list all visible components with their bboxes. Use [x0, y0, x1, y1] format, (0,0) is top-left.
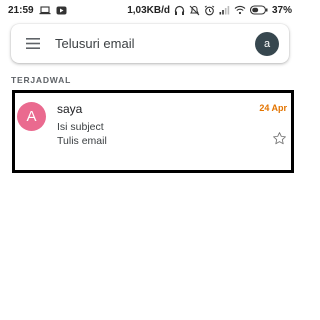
- signal-icon: [219, 5, 230, 15]
- alarm-icon: [204, 5, 215, 16]
- sender-avatar[interactable]: A: [17, 102, 46, 131]
- email-date: 24 Apr: [259, 103, 287, 113]
- wifi-icon: [234, 5, 246, 15]
- account-avatar[interactable]: a: [255, 31, 279, 56]
- status-net-speed: 1,03KB/d: [127, 4, 170, 16]
- battery-percent: 37%: [271, 4, 292, 16]
- section-heading-scheduled: TERJADWAL: [11, 75, 72, 85]
- search-input[interactable]: Telusuri email: [55, 36, 255, 51]
- email-snippet: Tulis email: [57, 135, 107, 147]
- hamburger-menu-icon[interactable]: [11, 24, 55, 63]
- email-subject: Isi subject: [57, 121, 104, 133]
- email-list-item[interactable]: A saya 24 Apr Isi subject Tulis email: [12, 90, 294, 173]
- battery-icon: [249, 5, 268, 15]
- status-bar-right: 1,03KB/d 37%: [127, 5, 292, 16]
- status-bar-left: 21:59: [8, 5, 67, 16]
- search-bar[interactable]: Telusuri email a: [11, 24, 289, 63]
- star-icon[interactable]: [271, 130, 287, 146]
- headphones-icon: [174, 5, 185, 16]
- email-sender: saya: [57, 102, 83, 116]
- youtube-icon: [56, 6, 67, 15]
- status-time: 21:59: [8, 4, 34, 16]
- mute-icon: [189, 5, 200, 16]
- status-bar: 21:59 1,03KB/d 37%: [0, 0, 300, 20]
- laptop-icon: [39, 5, 51, 15]
